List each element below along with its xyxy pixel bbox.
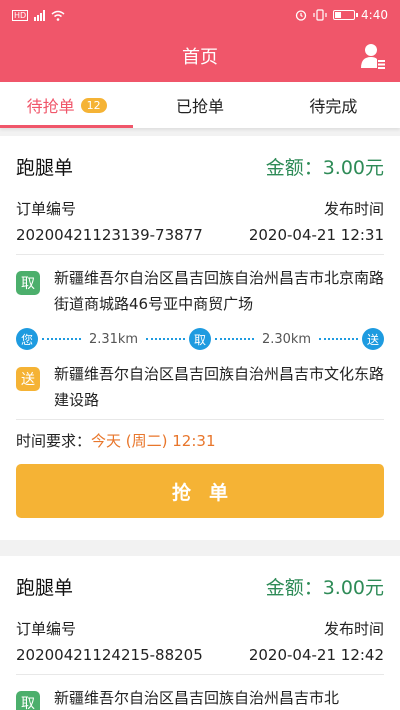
- publish-time-label: 发布时间: [323, 620, 384, 638]
- publish-time-label: 发布时间: [323, 200, 384, 218]
- tab-pending-grab[interactable]: 待抢单 12: [0, 82, 134, 128]
- route-line: [319, 338, 359, 340]
- route-distance: 您 2.31km 取 2.30km 送: [16, 317, 385, 361]
- publish-time: 2020-04-21 12:31: [248, 226, 384, 244]
- hd-icon: HD: [12, 9, 29, 21]
- status-bar: HD 4:40: [0, 0, 400, 30]
- grab-order-button[interactable]: 抢单: [16, 464, 384, 518]
- order-no: 20200421123139-73877: [16, 226, 203, 244]
- tab-grabbed[interactable]: 已抢单: [133, 82, 266, 128]
- app-header: HD 4:40 首页: [0, 0, 400, 82]
- order-card: 跑腿单 金额：3.00元 订单编号 发布时间 20200421123139-73…: [0, 136, 400, 540]
- status-time: 4:40: [361, 8, 388, 22]
- tab-label: 待完成: [309, 97, 358, 116]
- order-type: 跑腿单: [16, 576, 74, 599]
- publish-time: 2020-04-21 12:42: [248, 646, 384, 664]
- pickup-address-row: 取 新疆维吾尔自治区昌吉回族自治州昌吉市北: [16, 675, 384, 710]
- deliver-tag: 送: [16, 367, 40, 391]
- pickup-tag: 取: [16, 691, 40, 710]
- you-marker: 您: [16, 328, 38, 350]
- route-line: [42, 338, 81, 340]
- order-no: 20200421124215-88205: [16, 646, 203, 664]
- time-requirement-label: 时间要求：: [16, 432, 92, 450]
- alarm-icon: [295, 10, 307, 21]
- distance-to-deliver: 2.30km: [261, 331, 312, 347]
- pickup-address-row: 取 新疆维吾尔自治区昌吉回族自治州昌吉市北京南路街道商城路46号亚中商贸广场: [16, 255, 384, 317]
- order-no-label: 订单编号: [16, 620, 77, 638]
- tab-label: 待抢单: [26, 97, 75, 116]
- tab-to-complete[interactable]: 待完成: [267, 82, 400, 128]
- time-requirement: 时间要求：今天 (周二) 12:31: [16, 420, 384, 454]
- route-line: [215, 338, 254, 340]
- route-line: [146, 338, 186, 340]
- pickup-tag: 取: [16, 271, 40, 295]
- pending-count-badge: 12: [80, 97, 107, 113]
- deliver-address: 新疆维吾尔自治区昌吉回族自治州昌吉市文化东路建设路: [54, 365, 385, 409]
- battery-icon: [333, 10, 359, 20]
- order-tabs: 待抢单 12 已抢单 待完成: [0, 82, 400, 128]
- pickup-marker: 取: [189, 328, 212, 350]
- order-card: 跑腿单 金额：3.00元 订单编号 发布时间 20200421124215-88…: [0, 556, 400, 710]
- tab-label: 已抢单: [175, 97, 224, 116]
- signal-4g-icon: [34, 9, 46, 21]
- page-title: 首页: [182, 47, 218, 68]
- vibrate-icon: [313, 9, 327, 21]
- deliver-address-row: 送 新疆维吾尔自治区昌吉回族自治州昌吉市文化东路建设路: [16, 361, 384, 413]
- order-amount: 金额：3.00元: [265, 156, 384, 179]
- wifi-icon: [51, 10, 65, 21]
- time-requirement-value: 今天 (周二) 12:31: [91, 432, 216, 450]
- order-amount: 金额：3.00元: [265, 576, 384, 599]
- deliver-marker: 送: [362, 328, 385, 350]
- user-profile-icon[interactable]: [360, 42, 386, 70]
- pickup-address: 新疆维吾尔自治区昌吉回族自治州昌吉市北京南路街道商城路46号亚中商贸广场: [54, 269, 385, 313]
- distance-to-pickup: 2.31km: [88, 331, 139, 347]
- pickup-address: 新疆维吾尔自治区昌吉回族自治州昌吉市北: [54, 689, 340, 707]
- order-no-label: 订单编号: [16, 200, 77, 218]
- order-type: 跑腿单: [16, 156, 74, 179]
